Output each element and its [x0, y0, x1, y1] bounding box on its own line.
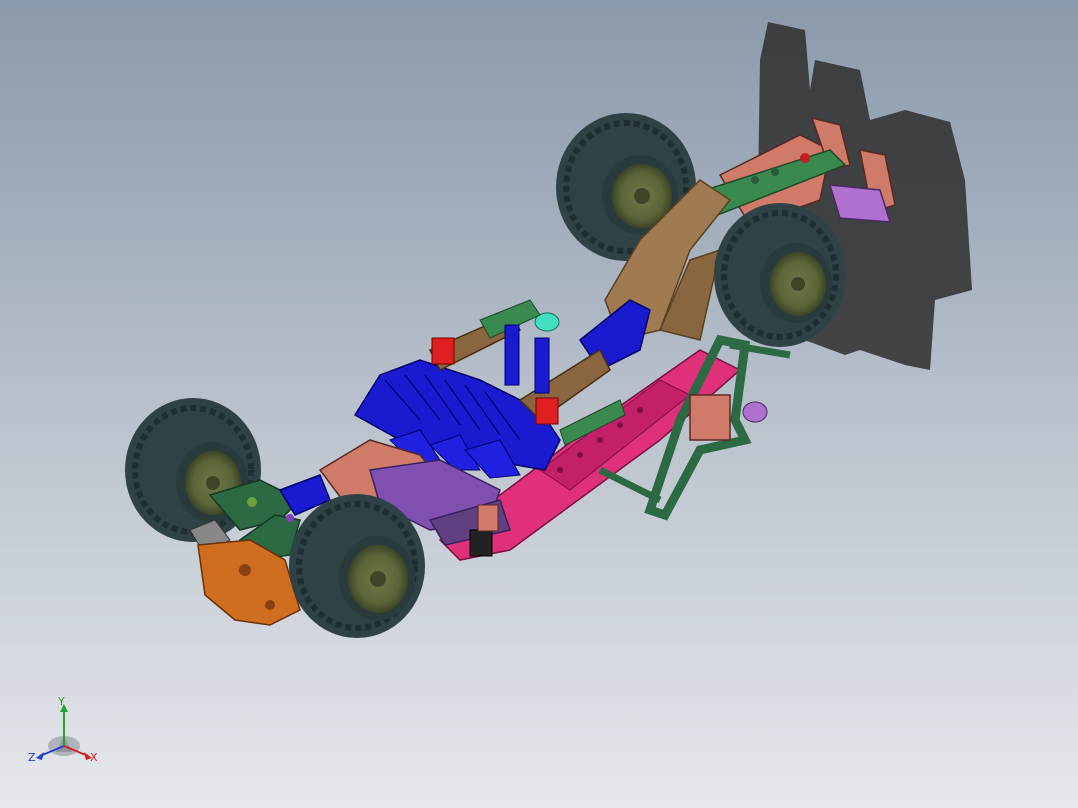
cad-viewport[interactable]: Y X Z [0, 0, 1078, 808]
y-axis-label: Y [58, 695, 65, 708]
coordinate-triad[interactable]: Y X Z [26, 694, 106, 770]
z-axis-label: Z [28, 751, 36, 764]
model-scene[interactable] [0, 0, 1078, 808]
wheel-front-right[interactable] [289, 494, 425, 638]
x-axis-label: X [90, 751, 98, 764]
wheel-rear-right[interactable] [714, 203, 846, 347]
